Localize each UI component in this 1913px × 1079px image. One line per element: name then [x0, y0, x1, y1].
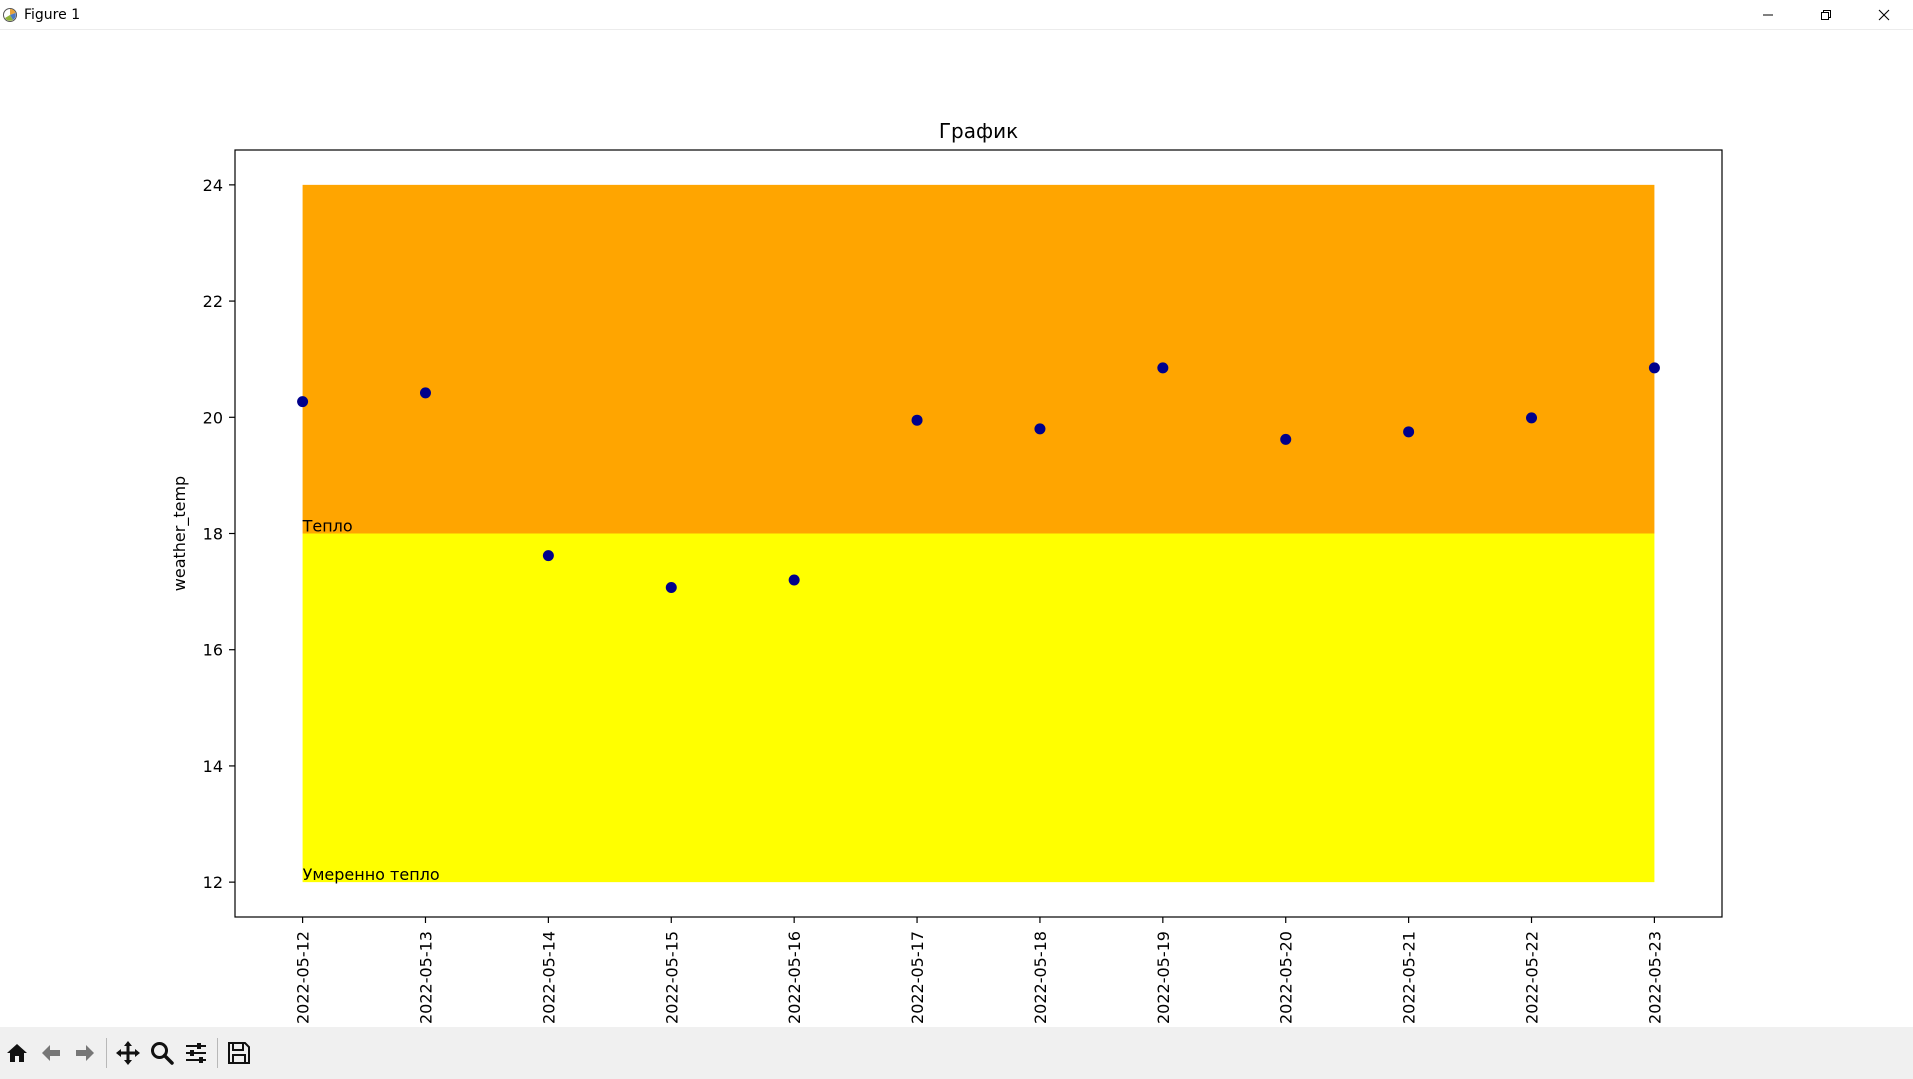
configure-subplots-icon [186, 1043, 206, 1063]
pan-icon [116, 1041, 140, 1065]
data-point [1280, 433, 1292, 445]
matplotlib-icon [2, 7, 18, 23]
x-tick-label: 2022-05-13 [416, 931, 435, 1024]
zoom-button[interactable] [145, 1036, 179, 1070]
restore-icon [1821, 9, 1831, 20]
scatter-chart: Умеренно тепло Тепло 12 14 16 18 20 22 24 2022-… [170, 119, 1723, 1024]
data-point [1403, 426, 1415, 438]
chart-title: График [939, 119, 1018, 143]
back-arrow-icon [42, 1045, 60, 1061]
data-point [297, 396, 309, 408]
x-tick-label: 2022-05-16 [785, 931, 804, 1024]
configure-subplots-button[interactable] [179, 1036, 213, 1070]
y-tick-label: 20 [203, 408, 223, 427]
figure-canvas[interactable]: Умеренно тепло Тепло 12 14 16 18 20 22 24 2022-… [0, 30, 1913, 1027]
bands-layer [302, 184, 1655, 883]
y-tick-label: 12 [203, 873, 223, 892]
window-titlebar: Figure 1 [0, 0, 1913, 30]
restore-button[interactable] [1797, 0, 1855, 29]
x-tick-label: 2022-05-23 [1645, 931, 1664, 1024]
window-title: Figure 1 [24, 6, 81, 23]
data-point [911, 414, 923, 426]
data-point [1157, 362, 1169, 374]
x-tick-label: 2022-05-21 [1400, 931, 1419, 1024]
x-tick-label: 2022-05-22 [1523, 931, 1542, 1024]
pan-button[interactable] [111, 1036, 145, 1070]
window-controls [1739, 0, 1913, 29]
forward-arrow-icon [76, 1045, 94, 1061]
x-tick-label: 2022-05-12 [294, 931, 313, 1024]
data-point [1526, 412, 1538, 424]
x-tick-label: 2022-05-20 [1277, 931, 1296, 1024]
navigation-toolbar [0, 1027, 1913, 1079]
back-button[interactable] [34, 1036, 68, 1070]
x-tick-label: 2022-05-18 [1031, 931, 1050, 1024]
band-label: Тепло [302, 517, 353, 536]
band-upper [302, 184, 1655, 534]
y-tick-label: 18 [203, 525, 223, 544]
data-point [419, 387, 431, 399]
y-ticks: 12 14 16 18 20 22 24 [203, 176, 235, 892]
save-button[interactable] [222, 1036, 256, 1070]
y-tick-label: 16 [203, 641, 223, 660]
y-axis-label: weather_temp [170, 476, 190, 591]
data-point [788, 574, 800, 586]
home-icon [7, 1044, 27, 1062]
minimize-icon [1763, 14, 1773, 15]
x-tick-label: 2022-05-14 [539, 931, 558, 1024]
minimize-button[interactable] [1739, 0, 1797, 29]
x-tick-label: 2022-05-15 [662, 931, 681, 1024]
data-point [1034, 423, 1046, 435]
save-icon [228, 1042, 250, 1064]
forward-button[interactable] [68, 1036, 102, 1070]
zoom-icon [151, 1042, 174, 1065]
data-point [665, 582, 677, 594]
home-button[interactable] [0, 1036, 34, 1070]
data-point [542, 550, 554, 562]
band-label: Умеренно тепло [303, 865, 440, 884]
close-button[interactable] [1855, 0, 1913, 29]
x-ticks: 2022-05-12 2022-05-13 2022-05-14 2022-05-15… [294, 917, 1664, 1024]
close-icon [1878, 9, 1890, 20]
toolbar-separator [106, 1038, 107, 1068]
toolbar-separator [217, 1038, 218, 1068]
x-tick-label: 2022-05-19 [1154, 931, 1173, 1024]
y-tick-label: 22 [203, 292, 223, 311]
y-tick-label: 14 [203, 757, 223, 776]
data-point [1648, 362, 1660, 374]
band-lower [302, 533, 1655, 883]
y-tick-label: 24 [203, 176, 223, 195]
x-tick-label: 2022-05-17 [908, 931, 927, 1024]
